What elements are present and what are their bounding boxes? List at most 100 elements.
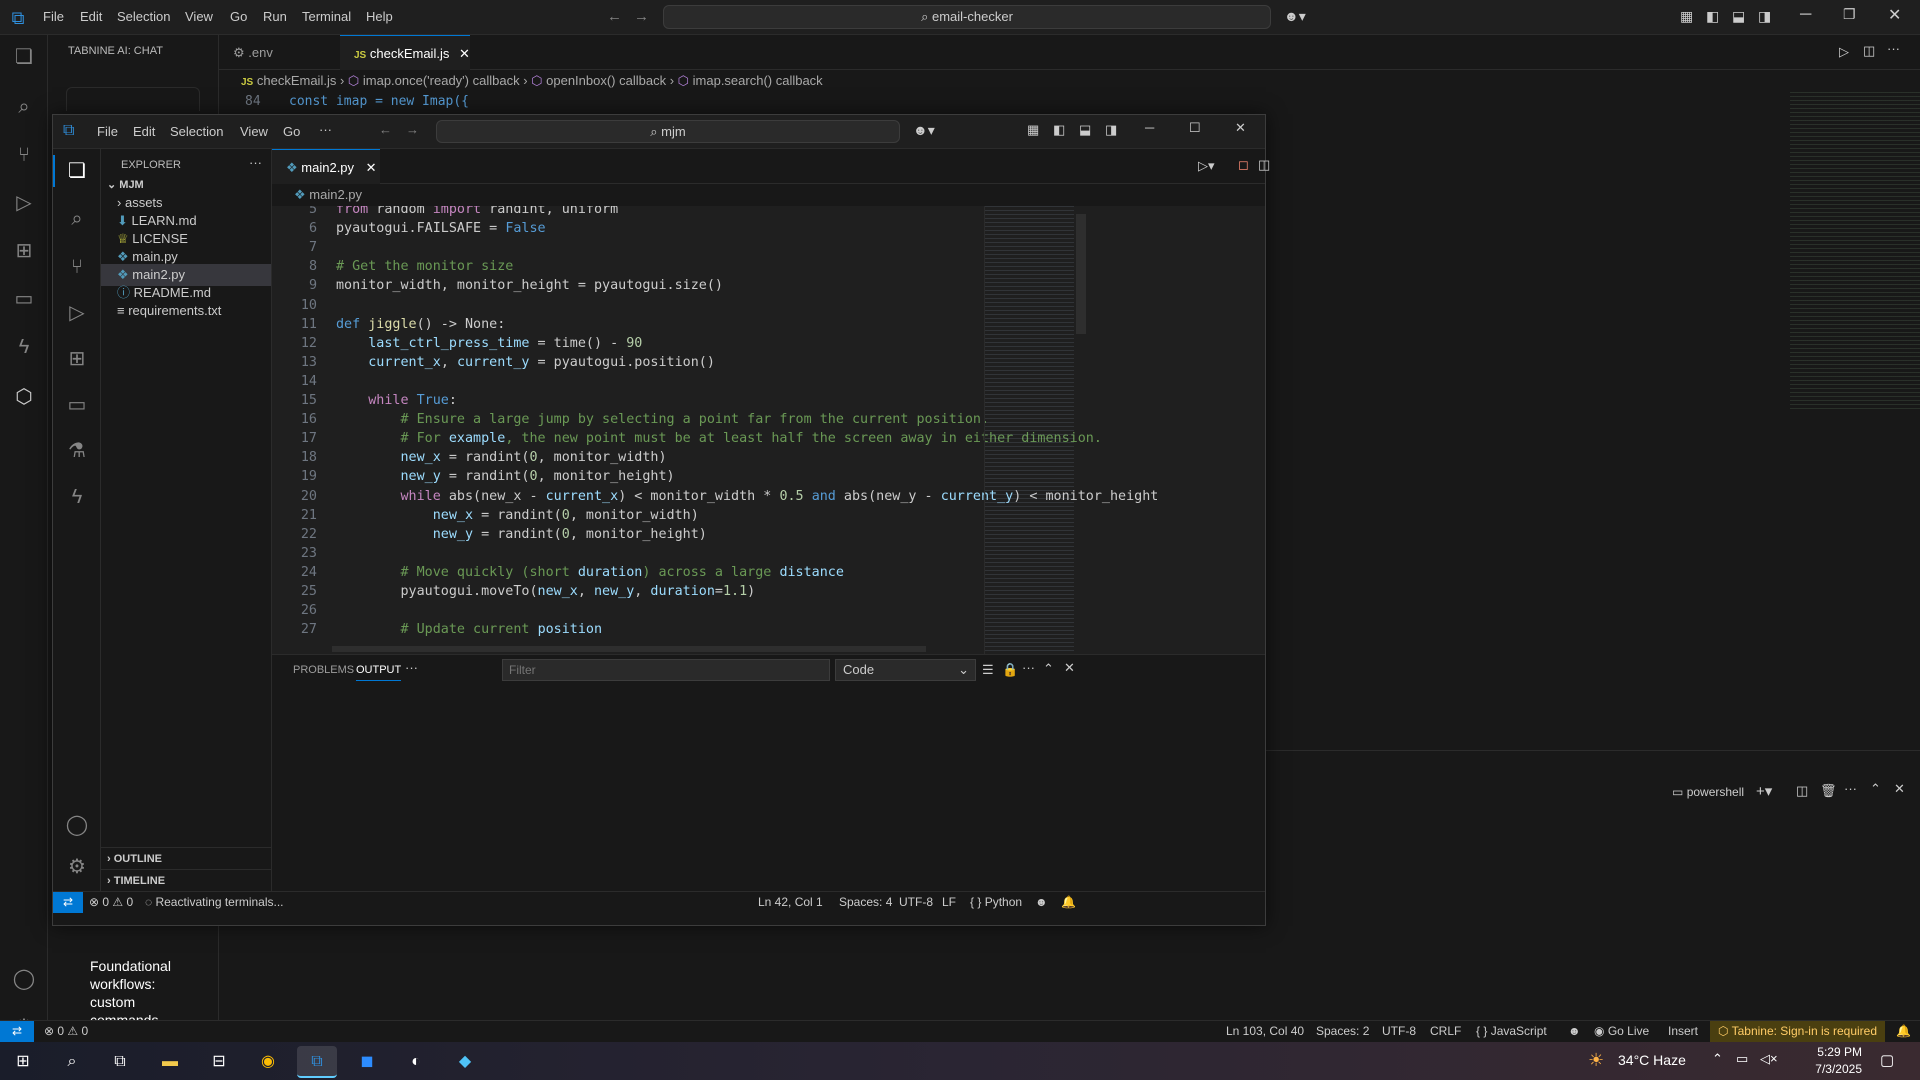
toggle-panel-icon[interactable]: ⬓ (1079, 122, 1091, 138)
copilot-icon[interactable]: ☻▾ (913, 122, 935, 139)
indentation[interactable]: Spaces: 2 (1316, 1021, 1369, 1042)
menu-view[interactable]: View (240, 124, 268, 139)
menu-edit[interactable]: Edit (133, 124, 155, 139)
problems-indicator[interactable]: ⊗ 0 ⚠ 0 (89, 892, 133, 913)
clock-date[interactable]: 7/3/2025 (1806, 1062, 1862, 1076)
split-terminal-icon[interactable]: ◫ (1796, 783, 1808, 799)
maximize-panel-icon[interactable]: ⌃ (1043, 661, 1054, 677)
menu-selection[interactable]: Selection (117, 9, 170, 24)
copilot-status-icon[interactable]: ☻ (1568, 1021, 1581, 1042)
tab-output[interactable]: OUTPUT (356, 664, 402, 681)
problems-indicator[interactable]: ⊗ 0 ⚠ 0 (44, 1021, 88, 1042)
tab-close-icon[interactable]: ✕ (366, 160, 377, 175)
minimize-icon[interactable]: ─ (1800, 6, 1811, 24)
tab-problems[interactable]: PROBLEMS (293, 664, 354, 676)
clock-time[interactable]: 5:29 PM (1806, 1045, 1862, 1059)
tabnine-icon[interactable]: ⬡ (12, 385, 36, 409)
menu-terminal[interactable]: Terminal (302, 9, 351, 24)
minimize-icon[interactable]: ─ (1145, 120, 1154, 135)
timeline-section[interactable]: › TIMELINE (101, 869, 271, 891)
remote-explorer-icon[interactable]: ▭ (65, 393, 89, 417)
remote-indicator-icon[interactable]: ⇄ (0, 1021, 34, 1042)
toggle-secondary-sidebar-icon[interactable]: ◨ (1105, 122, 1117, 138)
tree-item-requirements[interactable]: ≡ requirements.txt (101, 300, 271, 322)
store-icon[interactable]: ⊟ (199, 1046, 239, 1078)
tab-close-icon[interactable]: ✕ (459, 46, 470, 61)
indentation[interactable]: Spaces: 4 (839, 892, 892, 913)
maximize-panel-icon[interactable]: ⌃ (1870, 781, 1881, 797)
go-live[interactable]: ◉ Go Live (1594, 1021, 1649, 1042)
more-actions-icon[interactable]: ··· (1022, 660, 1035, 675)
search-icon[interactable]: ⌕ (52, 1046, 92, 1078)
language-mode[interactable]: { } JavaScript (1476, 1021, 1547, 1042)
explorer-more-icon[interactable]: ··· (249, 155, 262, 170)
menu-go[interactable]: Go (230, 9, 247, 24)
language-mode[interactable]: { } Python (970, 892, 1022, 913)
chrome-icon[interactable]: ◉ (248, 1046, 288, 1078)
more-actions-icon[interactable]: ··· (1844, 781, 1857, 796)
stop-icon[interactable]: ◻ (1238, 157, 1249, 173)
copilot-icon[interactable]: ☻▾ (1284, 8, 1306, 25)
forward-arrow-icon[interactable]: → (406, 122, 419, 137)
run-python-icon[interactable]: ▷▾ (1198, 158, 1215, 174)
remote-explorer-icon[interactable]: ▭ (12, 287, 36, 311)
vertical-scrollbar[interactable] (1076, 214, 1086, 334)
breadcrumb-file[interactable]: checkEmail.js (257, 73, 336, 88)
task-view-icon[interactable]: ⧉ (100, 1046, 140, 1078)
output-channel-select[interactable]: Code ⌄ (835, 659, 976, 681)
zoom-icon[interactable]: ◼ (347, 1046, 387, 1078)
restore-icon[interactable]: ❐ (1843, 6, 1856, 23)
maximize-icon[interactable]: ☐ (1189, 120, 1201, 136)
line-ending[interactable]: CRLF (1430, 1021, 1461, 1042)
source-control-icon[interactable]: ⑂ (12, 143, 36, 167)
lightning-icon[interactable]: ϟ (65, 485, 89, 509)
notifications-bell-icon[interactable]: 🔔 (1061, 892, 1076, 913)
explorer-icon[interactable]: ❏ (65, 159, 89, 183)
extensions-icon[interactable]: ⊞ (65, 347, 89, 371)
cursor-position[interactable]: Ln 103, Col 40 (1226, 1021, 1304, 1042)
settings-gear-icon[interactable]: ⚙ (65, 855, 89, 879)
close-icon[interactable]: ✕ (1888, 5, 1901, 25)
cursor-position[interactable]: Ln 42, Col 1 (758, 892, 823, 913)
testing-flask-icon[interactable]: ⚗ (65, 439, 89, 463)
minimap[interactable] (984, 206, 1074, 654)
outer-minimap[interactable] (1790, 92, 1920, 412)
menu-view[interactable]: View (185, 9, 213, 24)
tray-chevron-icon[interactable]: ⌃ (1712, 1051, 1723, 1067)
notifications-bell-icon[interactable]: 🔔 (1896, 1021, 1911, 1042)
menu-selection[interactable]: Selection (170, 124, 223, 139)
account-icon[interactable]: ◯ (65, 813, 89, 837)
more-actions-icon[interactable]: ··· (1887, 41, 1900, 56)
close-panel-icon[interactable]: ✕ (1064, 660, 1075, 676)
explorer-icon[interactable]: ❏ (12, 45, 36, 69)
menu-help[interactable]: Help (366, 9, 393, 24)
outline-section[interactable]: › OUTLINE (101, 847, 271, 869)
command-center-search[interactable]: ⌕ email-checker (663, 5, 1271, 29)
file-explorer-icon[interactable]: ▬ (150, 1046, 190, 1078)
tab-checkemail[interactable]: JS checkEmail.js ✕ (340, 35, 470, 70)
menu-file[interactable]: File (97, 124, 118, 139)
search-icon[interactable]: ⌕ (12, 95, 36, 119)
toggle-secondary-sidebar-icon[interactable]: ◨ (1758, 8, 1771, 25)
close-panel-icon[interactable]: ✕ (1894, 781, 1905, 797)
panel-more-icon[interactable]: ··· (405, 660, 418, 675)
copilot-status-icon[interactable]: ☻ (1035, 892, 1048, 913)
vscode-icon[interactable]: ⧉ (297, 1046, 337, 1078)
notification-center-icon[interactable]: ▢ (1880, 1051, 1894, 1069)
app-icon[interactable]: ◆ (445, 1046, 485, 1078)
lightning-icon[interactable]: ϟ (12, 335, 36, 359)
run-debug-icon[interactable]: ▷ (12, 191, 36, 215)
remote-indicator-icon[interactable]: ⇄ (53, 892, 83, 913)
breadcrumb-symbol-3[interactable]: imap.search() callback (693, 73, 823, 88)
breadcrumb-symbol-1[interactable]: imap.once('ready') callback (363, 73, 520, 88)
command-center-search[interactable]: ⌕ mjm (436, 120, 900, 143)
menu-go[interactable]: Go (283, 124, 300, 139)
split-editor-icon[interactable]: ◫ (1258, 157, 1270, 173)
run-debug-icon[interactable]: ▷ (65, 301, 89, 325)
output-filter-input[interactable] (502, 659, 830, 681)
more-menu-icon[interactable]: ··· (319, 122, 332, 137)
line-ending[interactable]: LF (942, 892, 956, 913)
horizontal-scrollbar[interactable] (332, 646, 926, 652)
toggle-primary-sidebar-icon[interactable]: ◧ (1706, 8, 1719, 25)
customize-layout-icon[interactable]: ▦ (1027, 122, 1039, 138)
